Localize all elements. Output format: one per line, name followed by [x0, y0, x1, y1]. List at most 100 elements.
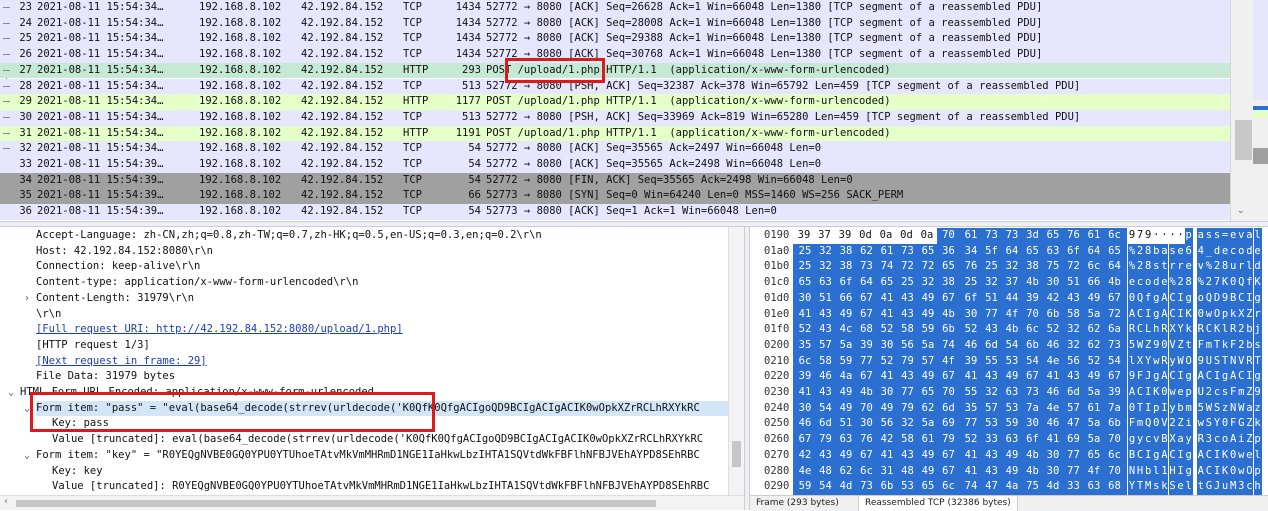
- ascii-char[interactable]: I: [1213, 464, 1221, 480]
- ascii-char[interactable]: i: [1185, 416, 1193, 432]
- ascii-char[interactable]: p: [1185, 228, 1193, 244]
- ascii-char[interactable]: U: [1197, 385, 1205, 401]
- ascii-char[interactable]: k: [1229, 307, 1237, 323]
- ascii-char[interactable]: F: [1229, 416, 1237, 432]
- ascii-char[interactable]: Z: [1177, 416, 1185, 432]
- hex-byte[interactable]: 67: [937, 291, 961, 307]
- ascii-char[interactable]: %: [1197, 275, 1205, 291]
- ascii-char[interactable]: g: [1128, 432, 1136, 448]
- ascii-char[interactable]: g: [1185, 448, 1193, 464]
- ascii-char[interactable]: e: [1221, 244, 1229, 260]
- scrollbar-thumb[interactable]: [16, 500, 656, 507]
- hex-byte[interactable]: 6c: [1103, 448, 1127, 464]
- ascii-char[interactable]: _: [1205, 244, 1213, 260]
- ascii-char[interactable]: 0: [1197, 307, 1205, 323]
- ascii-char[interactable]: A: [1197, 448, 1205, 464]
- ascii-char[interactable]: ·: [1152, 228, 1160, 244]
- ascii-char[interactable]: F: [1229, 385, 1237, 401]
- hex-byte[interactable]: 4b: [937, 307, 961, 323]
- ascii-char[interactable]: T: [1213, 338, 1221, 354]
- scroll-down-arrow[interactable]: ⌄: [1237, 206, 1245, 216]
- ascii-char[interactable]: J: [1144, 369, 1152, 385]
- ascii-char[interactable]: R: [1128, 322, 1136, 338]
- ascii-char[interactable]: G: [1205, 479, 1213, 495]
- packet-row[interactable]: 322021-08-11 15:54:34…192.168.8.10242.19…: [0, 141, 1230, 157]
- hex-byte[interactable]: 74: [937, 338, 961, 354]
- ascii-char[interactable]: Z: [1245, 416, 1253, 432]
- hex-byte[interactable]: 6b: [1103, 416, 1127, 432]
- ascii-char[interactable]: e: [1128, 275, 1136, 291]
- ascii-char[interactable]: c: [1245, 479, 1253, 495]
- ascii-char[interactable]: T: [1136, 479, 1144, 495]
- ascii-char[interactable]: e: [1160, 275, 1168, 291]
- ascii-char[interactable]: g: [1185, 291, 1193, 307]
- ascii-char[interactable]: %: [1128, 259, 1136, 275]
- ascii-char[interactable]: e: [1177, 479, 1185, 495]
- ascii-char[interactable]: I: [1144, 307, 1152, 323]
- ascii-char[interactable]: A: [1197, 464, 1205, 480]
- ascii-char[interactable]: 8: [1221, 259, 1229, 275]
- ascii-char[interactable]: s: [1205, 228, 1213, 244]
- ascii-char[interactable]: T: [1136, 401, 1144, 417]
- ascii-char[interactable]: g: [1152, 291, 1160, 307]
- ascii-char[interactable]: Q: [1237, 275, 1245, 291]
- ascii-char[interactable]: 5: [1197, 401, 1205, 417]
- ascii-char[interactable]: K: [1213, 322, 1221, 338]
- packet-row[interactable]: 352021-08-11 15:54:39…192.168.8.10242.19…: [0, 188, 1230, 204]
- ascii-char[interactable]: =: [1221, 228, 1229, 244]
- ascii-char[interactable]: I: [1144, 448, 1152, 464]
- ascii-char[interactable]: T: [1221, 354, 1229, 370]
- ascii-char[interactable]: o: [1144, 275, 1152, 291]
- hex-byte[interactable]: 65: [937, 259, 961, 275]
- ascii-char[interactable]: 0: [1128, 401, 1136, 417]
- ascii-char[interactable]: a: [1197, 228, 1205, 244]
- ascii-char[interactable]: C: [1237, 291, 1245, 307]
- ascii-char[interactable]: k: [1221, 338, 1229, 354]
- ascii-char[interactable]: O: [1213, 307, 1221, 323]
- ascii-char[interactable]: 7: [1213, 275, 1221, 291]
- ascii-char[interactable]: F: [1136, 369, 1144, 385]
- ascii-char[interactable]: w: [1169, 385, 1177, 401]
- ascii-char[interactable]: 2: [1237, 338, 1245, 354]
- packet-row[interactable]: 312021-08-11 15:54:34…192.168.8.10242.19…: [0, 126, 1230, 142]
- ascii-char[interactable]: v: [1197, 259, 1205, 275]
- ascii-char[interactable]: e: [1185, 259, 1193, 275]
- detail-link[interactable]: [Next request in frame: 29]: [36, 354, 207, 370]
- hex-byte[interactable]: 67: [937, 369, 961, 385]
- ascii-char[interactable]: 9: [1144, 228, 1152, 244]
- ascii-char[interactable]: b: [1152, 244, 1160, 260]
- ascii-char[interactable]: 8: [1144, 259, 1152, 275]
- ascii-char[interactable]: w: [1152, 354, 1160, 370]
- ascii-char[interactable]: Y: [1177, 322, 1185, 338]
- ascii-char[interactable]: g: [1152, 307, 1160, 323]
- ascii-char[interactable]: z: [1254, 401, 1262, 417]
- ascii-char[interactable]: p: [1254, 464, 1262, 480]
- hex-byte[interactable]: 39: [1103, 385, 1127, 401]
- packet-row[interactable]: 272021-08-11 15:54:34…192.168.8.10242.19…: [0, 63, 1230, 79]
- ascii-char[interactable]: s: [1254, 338, 1262, 354]
- ascii-char[interactable]: b: [1245, 338, 1253, 354]
- hex-byte[interactable]: 39: [793, 228, 815, 244]
- packet-row[interactable]: 362021-08-11 15:54:39…192.168.8.10242.19…: [0, 204, 1230, 220]
- ascii-char[interactable]: C: [1205, 448, 1213, 464]
- ascii-char[interactable]: O: [1245, 464, 1253, 480]
- ascii-char[interactable]: Q: [1144, 416, 1152, 432]
- ascii-char[interactable]: M: [1229, 479, 1237, 495]
- hex-byte[interactable]: 72: [1103, 307, 1127, 323]
- ascii-char[interactable]: z: [1221, 401, 1229, 417]
- ascii-char[interactable]: T: [1254, 354, 1262, 370]
- hex-byte[interactable]: 4b: [1103, 275, 1127, 291]
- ascii-char[interactable]: 0: [1229, 448, 1237, 464]
- ascii-char[interactable]: C: [1136, 322, 1144, 338]
- ascii-char[interactable]: 4: [1197, 244, 1205, 260]
- packet-details-tree[interactable]: ‹ Accept-Language: zh-CN,zh;q=0.8,zh-TW;…: [0, 227, 744, 510]
- ascii-char[interactable]: g: [1254, 291, 1262, 307]
- ascii-char[interactable]: I: [1213, 448, 1221, 464]
- detail-line[interactable]: Form item: "key" = "R0YEQgNVBE0GQ0YPU0YT…: [36, 448, 700, 464]
- ascii-char[interactable]: t: [1185, 338, 1193, 354]
- ascii-char[interactable]: R: [1160, 322, 1168, 338]
- ascii-char[interactable]: c: [1229, 244, 1237, 260]
- ascii-char[interactable]: 9: [1197, 354, 1205, 370]
- ascii-char[interactable]: S: [1169, 479, 1177, 495]
- ascii-char[interactable]: S: [1213, 401, 1221, 417]
